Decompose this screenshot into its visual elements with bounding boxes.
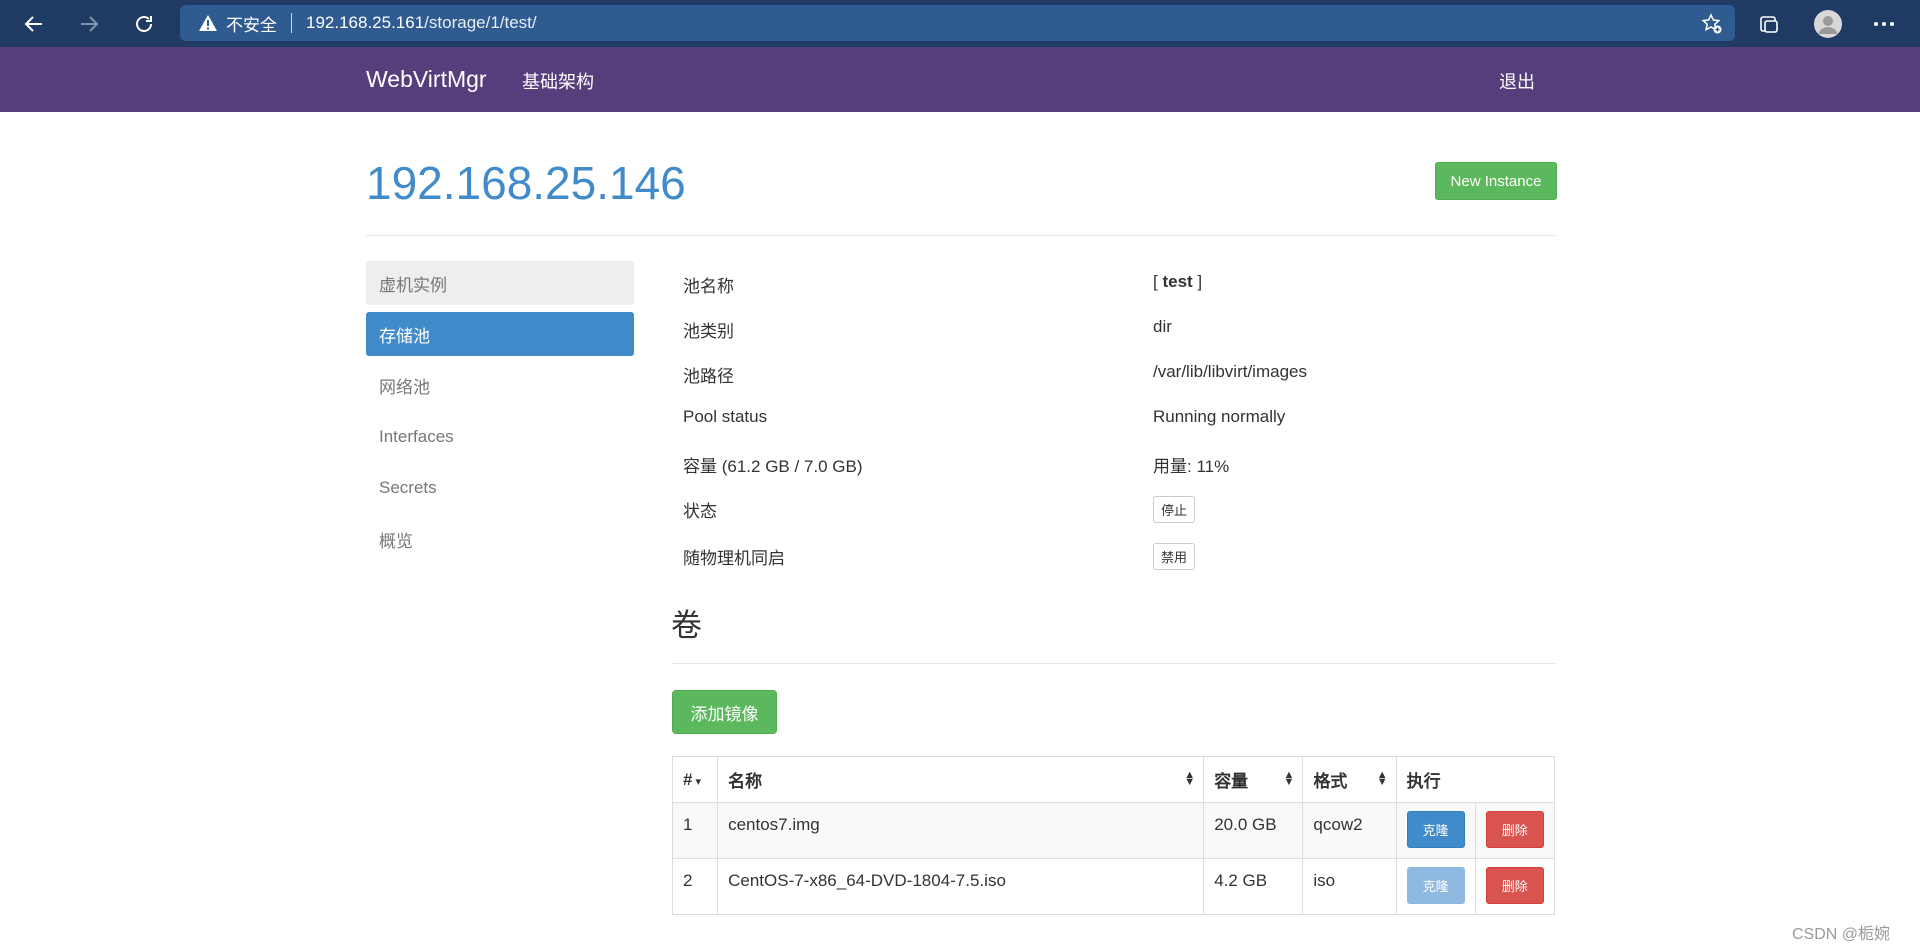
table-row: 2 CentOS-7-x86_64-DVD-1804-7.5.iso 4.2 G…	[671, 858, 1556, 915]
pool-type-label: 池类别	[683, 322, 734, 341]
app-navbar: WebVirtMgr 基础架构 退出	[0, 47, 1920, 112]
sidebar-item-interfaces[interactable]: Interfaces	[366, 415, 634, 459]
stop-button[interactable]: 停止	[1153, 496, 1196, 523]
url-text[interactable]: 192.168.25.161/storage/1/test/	[306, 13, 537, 33]
sort-desc-icon: ▾	[695, 775, 701, 788]
column-header-format[interactable]: 格式 ▲ ▼	[1302, 756, 1397, 803]
page-title: 192.168.25.146	[366, 157, 686, 209]
sidebar-item-overview[interactable]: 概览	[366, 517, 634, 561]
row-number: 1	[671, 802, 719, 859]
row-name: CentOS-7-x86_64-DVD-1804-7.5.iso	[717, 858, 1205, 915]
address-separator	[291, 13, 292, 33]
add-image-button[interactable]: 添加镜像	[672, 690, 777, 734]
column-header-size[interactable]: 容量 ▲ ▼	[1203, 756, 1304, 803]
table-header-row: # ▾ 名称 ▲ ▼ 容量 ▲ ▼ 格式 ▲ ▼ 执行	[671, 756, 1556, 803]
pool-name: test	[1162, 272, 1193, 291]
header-divider	[366, 235, 1555, 236]
row-clone-cell: 克隆	[1395, 802, 1476, 859]
usage-value: 用量: 11%	[1153, 457, 1230, 476]
state-label: 状态	[683, 502, 717, 521]
more-options-icon[interactable]	[1868, 8, 1900, 40]
brand-link[interactable]: WebVirtMgr	[366, 66, 487, 93]
row-name: centos7.img	[717, 802, 1205, 859]
reload-icon[interactable]	[128, 8, 160, 40]
pool-type-value: dir	[1153, 317, 1172, 336]
row-delete-cell: 删除	[1474, 802, 1556, 859]
profile-avatar-icon[interactable]	[1812, 8, 1844, 40]
browser-toolbar: 不安全 192.168.25.161/storage/1/test/	[0, 0, 1920, 47]
sort-icon: ▲ ▼	[1283, 769, 1295, 788]
insecure-label[interactable]: 不安全	[226, 11, 277, 36]
sort-icon: ▲ ▼	[1184, 769, 1196, 788]
column-header-size-label: 容量	[1214, 772, 1249, 791]
sort-icon: ▲ ▼	[1376, 769, 1388, 788]
pool-name-close-bracket: ]	[1192, 272, 1203, 291]
pool-path-label: 池路径	[683, 367, 734, 386]
collections-icon[interactable]	[1753, 8, 1785, 40]
delete-button[interactable]: 删除	[1485, 867, 1544, 904]
back-icon[interactable]	[18, 8, 50, 40]
delete-button[interactable]: 删除	[1485, 811, 1544, 848]
column-header-name-label: 名称	[728, 772, 763, 791]
volumes-table: # ▾ 名称 ▲ ▼ 容量 ▲ ▼ 格式 ▲ ▼ 执行 1 centos7.img 20.0 …	[671, 756, 1556, 915]
autostart-label: 随物理机同启	[683, 549, 785, 568]
pool-path-value: /var/lib/libvirt/images	[1153, 362, 1307, 381]
column-header-action: 执行	[1395, 756, 1556, 803]
row-format: qcow2	[1302, 802, 1397, 859]
pool-status-value: Running normally	[1153, 407, 1286, 426]
watermark-text: CSDN @栀婉	[1792, 926, 1891, 943]
pool-name-label: 池名称	[683, 277, 734, 296]
volumes-divider	[672, 663, 1555, 664]
pool-status-label: Pool status	[683, 407, 768, 426]
row-size: 20.0 GB	[1203, 802, 1304, 859]
volumes-title: 卷	[671, 608, 702, 643]
add-favorite-icon[interactable]	[1701, 13, 1723, 35]
logout-link[interactable]: 退出	[1499, 68, 1535, 94]
url-path: /storage/1/test/	[424, 13, 537, 32]
warning-icon	[198, 13, 218, 33]
row-format: iso	[1302, 858, 1397, 915]
column-header-number[interactable]: # ▾	[671, 756, 719, 803]
sidebar-item-networks[interactable]: 网络池	[366, 363, 634, 407]
capacity-label: 容量 (61.2 GB / 7.0 GB)	[683, 457, 863, 476]
forward-icon[interactable]	[73, 8, 105, 40]
sidebar-item-instances[interactable]: 虚机实例	[366, 261, 634, 305]
row-delete-cell: 删除	[1474, 858, 1556, 915]
row-clone-cell: 克隆	[1395, 858, 1476, 915]
clone-button-disabled[interactable]: 克隆	[1406, 867, 1465, 904]
row-size: 4.2 GB	[1203, 858, 1304, 915]
row-number: 2	[671, 858, 719, 915]
sidebar-item-storage[interactable]: 存储池	[366, 312, 634, 356]
disable-autostart-button[interactable]: 禁用	[1153, 543, 1196, 570]
clone-button[interactable]: 克隆	[1406, 811, 1465, 848]
table-row: 1 centos7.img 20.0 GB qcow2 克隆 删除	[671, 802, 1556, 859]
column-header-format-label: 格式	[1313, 772, 1348, 791]
pool-name-value: [ test ]	[1153, 272, 1202, 292]
column-header-number-label: #	[683, 769, 693, 789]
new-instance-button[interactable]: New Instance	[1435, 162, 1557, 200]
sidebar-item-secrets[interactable]: Secrets	[366, 466, 634, 510]
address-bar[interactable]: 不安全 192.168.25.161/storage/1/test/	[180, 5, 1735, 41]
column-header-name[interactable]: 名称 ▲ ▼	[717, 756, 1205, 803]
url-host: 192.168.25.161	[306, 13, 425, 32]
nav-infrastructure-link[interactable]: 基础架构	[522, 68, 594, 94]
